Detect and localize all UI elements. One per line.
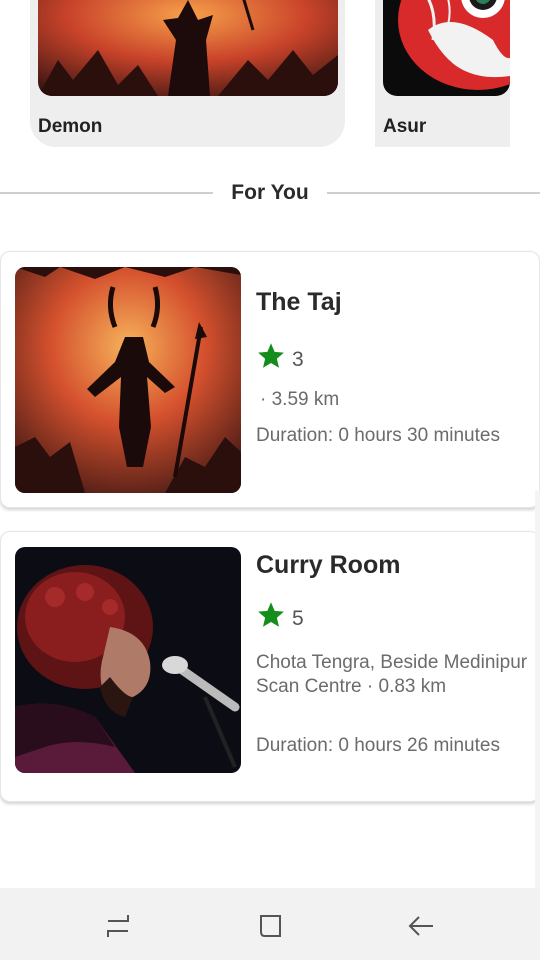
- star-icon: [258, 602, 284, 627]
- back-button[interactable]: [401, 906, 441, 946]
- place-name: The Taj: [256, 288, 342, 316]
- place-card[interactable]: Curry Room 5 Chota Tengra, Beside Medini…: [0, 531, 540, 802]
- rating-value: 3: [292, 348, 304, 371]
- rating-value: 5: [292, 607, 304, 630]
- place-thumbnail: [15, 267, 241, 493]
- place-duration: Duration: 0 hours 26 minutes: [256, 735, 500, 756]
- place-card[interactable]: The Taj 3 · 3.59 km Duration: 0 hours 30…: [0, 251, 540, 508]
- home-icon: [260, 915, 281, 937]
- place-duration: Duration: 0 hours 30 minutes: [256, 425, 500, 446]
- back-icon: [408, 916, 433, 936]
- divider-left: [0, 192, 213, 194]
- place-address-distance: Chota Tengra, Beside Medinipur Scan Cent…: [256, 652, 528, 697]
- recent-apps-button[interactable]: [98, 906, 138, 946]
- category-label: Asur: [383, 116, 427, 137]
- place-rating: 5: [256, 599, 304, 631]
- section-title: For You: [231, 181, 309, 204]
- system-nav-bar: [0, 888, 540, 960]
- category-carousel[interactable]: Demon Asur: [0, 0, 540, 150]
- place-address-distance: · 3.59 km: [260, 389, 340, 410]
- category-image-demon: [38, 0, 338, 96]
- place-rating: 3: [256, 340, 304, 372]
- category-label: Demon: [38, 116, 103, 137]
- category-card-asur[interactable]: Asur: [375, 0, 510, 147]
- star-icon: [258, 343, 284, 368]
- home-button[interactable]: [250, 906, 290, 946]
- category-image-asur: [383, 0, 510, 96]
- scroll-edge: [535, 490, 540, 888]
- place-name: Curry Room: [256, 551, 401, 579]
- place-thumbnail: [15, 547, 241, 773]
- section-header: For You: [0, 176, 540, 212]
- divider-right: [327, 192, 540, 194]
- category-card-demon[interactable]: Demon: [30, 0, 345, 147]
- recent-apps-icon: [107, 915, 129, 937]
